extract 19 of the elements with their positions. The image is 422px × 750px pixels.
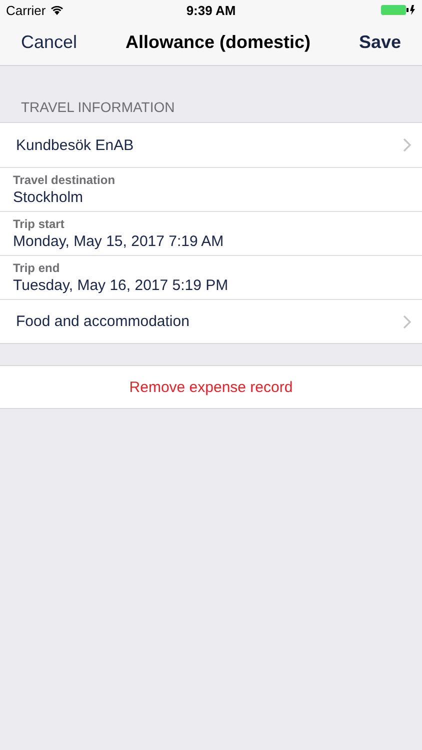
field-label: Travel destination [13,173,116,187]
field-value: Tuesday, May 16, 2017 5:19 PM [13,277,228,294]
field-value: Stockholm [13,189,84,206]
carrier-label: Carrier [6,2,46,18]
chevron-icon [403,314,411,328]
field-value: Monday, May 15, 2017 7:19 AM [13,233,224,250]
section-header: TRAVEL INFORMATION [20,98,176,117]
field-label: Trip end [13,261,61,275]
row-label: Food and accommodation [16,313,190,330]
cancel-button[interactable]: Cancel [21,32,78,53]
save-button[interactable]: Save [358,32,401,53]
screen-title: Allowance (domestic) [125,32,311,53]
row-label: Kundbesök EnAB [16,136,134,154]
wifi-icon [50,5,64,15]
battery-icon [381,4,416,16]
chevron-icon [403,138,411,152]
remove-button[interactable]: Remove expense record [0,365,422,409]
clock-time: 9:39 AM [186,2,236,18]
field-label: Trip start [13,217,66,231]
